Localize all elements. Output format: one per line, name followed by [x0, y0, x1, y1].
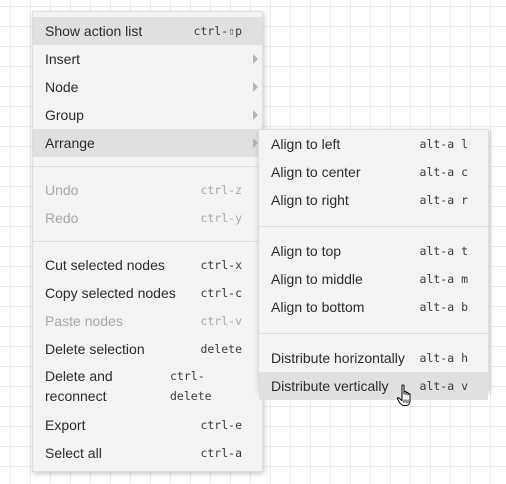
menu-item-distribute-horizontally[interactable]: Distribute horizontally alt-a h [259, 344, 488, 372]
submenu-arrow-icon [253, 82, 258, 92]
submenu-arrow-icon [253, 110, 258, 120]
menu-item-shortcut: ctrl-z [200, 183, 242, 197]
menu-item-redo[interactable]: Redo ctrl-y [33, 204, 262, 232]
menu-item-label: Copy selected nodes [45, 285, 176, 301]
menu-item-label: Undo [45, 182, 79, 198]
menu-item-label: Align to bottom [271, 299, 365, 315]
menu-item-show-action-list[interactable]: Show action list ctrl-⇧p [33, 17, 262, 45]
menu-item-arrange[interactable]: Arrange [33, 129, 262, 157]
arrange-submenu: Align to left alt-a l Align to center al… [258, 129, 489, 400]
menu-item-label: Align to left [271, 136, 341, 152]
menu-item-label: Align to middle [271, 271, 363, 287]
menu-item-shortcut: alt-a v [419, 379, 468, 393]
menu-item-align-left[interactable]: Align to left alt-a l [259, 130, 488, 158]
menu-item-group[interactable]: Group [33, 101, 262, 129]
menu-item-label: Align to right [271, 192, 349, 208]
menu-item-shortcut: alt-a r [419, 193, 468, 207]
menu-item-label: Export [45, 417, 86, 433]
menu-item-label: Show action list [45, 23, 143, 39]
menu-item-delete-and-reconnect[interactable]: Delete and reconnect ctrl-delete [33, 363, 262, 411]
menu-divider [33, 166, 262, 167]
menu-item-label: Arrange [45, 135, 95, 151]
menu-item-label: Delete selection [45, 341, 145, 357]
menu-item-undo[interactable]: Undo ctrl-z [33, 176, 262, 204]
menu-item-shortcut: ctrl-v [200, 314, 242, 328]
menu-item-shortcut: ctrl-x [200, 258, 242, 272]
menu-item-align-top[interactable]: Align to top alt-a t [259, 237, 488, 265]
menu-item-shortcut: ctrl-e [200, 418, 242, 432]
menu-item-align-center[interactable]: Align to center alt-a c [259, 158, 488, 186]
menu-item-shortcut: delete [200, 342, 242, 356]
menu-item-shortcut: alt-a b [419, 300, 468, 314]
menu-item-paste[interactable]: Paste nodes ctrl-v [33, 307, 262, 335]
menu-item-delete-selection[interactable]: Delete selection delete [33, 335, 262, 363]
menu-item-shortcut: ctrl-⇧p [193, 24, 242, 38]
menu-item-shortcut: ctrl-a [200, 446, 242, 460]
menu-item-shortcut: alt-a l [419, 137, 468, 151]
menu-item-distribute-vertically[interactable]: Distribute vertically alt-a v [259, 372, 488, 400]
hand-pointer-icon [396, 384, 411, 406]
menu-item-label: Distribute horizontally [271, 350, 405, 366]
menu-item-label: Select all [45, 445, 102, 461]
menu-item-shortcut: alt-a c [419, 165, 468, 179]
menu-item-label: Align to center [271, 164, 361, 180]
menu-item-label: Node [45, 79, 79, 95]
menu-item-label: Align to top [271, 243, 342, 259]
menu-item-label: Distribute vertically [271, 378, 389, 394]
menu-divider [259, 333, 488, 334]
menu-item-copy[interactable]: Copy selected nodes ctrl-c [33, 279, 262, 307]
menu-item-align-right[interactable]: Align to right alt-a r [259, 186, 488, 214]
menu-item-label: Delete and reconnect [45, 368, 113, 404]
menu-divider [33, 241, 262, 242]
menu-item-shortcut: alt-a h [419, 351, 468, 365]
menu-item-align-bottom[interactable]: Align to bottom alt-a b [259, 293, 488, 321]
menu-item-label: Cut selected nodes [45, 257, 165, 273]
menu-item-shortcut: ctrl-delete [170, 369, 212, 403]
menu-item-shortcut: alt-a t [419, 244, 468, 258]
menu-item-shortcut: ctrl-y [200, 211, 242, 225]
menu-item-shortcut: alt-a m [419, 272, 468, 286]
menu-item-node[interactable]: Node [33, 73, 262, 101]
menu-item-export[interactable]: Export ctrl-e [33, 411, 262, 439]
menu-item-shortcut: ctrl-c [200, 286, 242, 300]
menu-divider [259, 226, 488, 227]
menu-item-align-middle[interactable]: Align to middle alt-a m [259, 265, 488, 293]
menu-item-insert[interactable]: Insert [33, 45, 262, 73]
menu-item-label: Paste nodes [45, 313, 123, 329]
menu-item-label: Group [45, 107, 84, 123]
menu-item-label: Insert [45, 51, 81, 67]
context-menu: Show action list ctrl-⇧p Insert Node Gro… [32, 11, 263, 472]
submenu-arrow-icon [253, 54, 258, 64]
menu-item-select-all[interactable]: Select all ctrl-a [33, 439, 262, 467]
menu-item-cut[interactable]: Cut selected nodes ctrl-x [33, 251, 262, 279]
menu-item-label: Redo [45, 210, 79, 226]
